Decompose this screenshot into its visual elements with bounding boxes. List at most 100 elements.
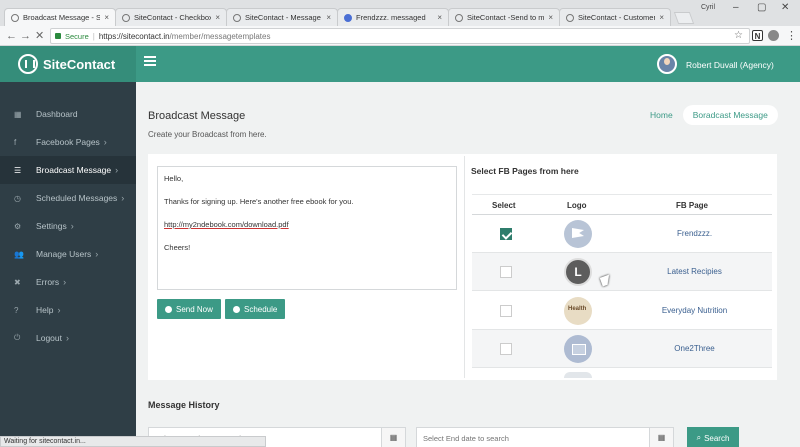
user-name[interactable]: Robert Duvall (Agency): [686, 60, 774, 70]
app-logo[interactable]: SiteContact: [0, 46, 136, 82]
history-title: Message History: [148, 400, 220, 410]
sidebar-item-logout[interactable]: ⏻ Logout ›: [0, 324, 136, 352]
schedule-button[interactable]: Schedule: [225, 299, 286, 319]
avatar[interactable]: [657, 54, 677, 74]
bookmark-star-icon[interactable]: ☆: [734, 30, 743, 41]
address-separator: |: [92, 31, 95, 41]
sidebar-item-broadcast-message[interactable]: ☰ Broadcast Message ›: [0, 156, 136, 184]
browser-status-bar: Waiting for sitecontact.in...: [0, 436, 266, 447]
page-name-link[interactable]: Frendzzz.: [622, 229, 767, 238]
sidebar-item-label: Settings: [36, 221, 67, 231]
url-text[interactable]: https://sitecontact.in/member/messagetem…: [99, 32, 271, 41]
sidebar-item-dashboard[interactable]: ▦ Dashboard: [0, 100, 136, 128]
browser-menu-icon[interactable]: ⋮: [786, 29, 797, 42]
breadcrumb-home-link[interactable]: Home: [640, 110, 683, 120]
tab-label: SiteContact - Checkbox: [134, 13, 212, 22]
message-greeting: Hello,: [164, 174, 184, 183]
message-closing: Cheers!: [164, 243, 191, 252]
page-select-checkbox[interactable]: [500, 228, 512, 240]
url-host: https://sitecontact.in: [98, 31, 170, 41]
logo-text: SiteContact: [43, 56, 116, 72]
send-now-label: Send Now: [176, 304, 213, 314]
browser-profile-name[interactable]: Cyril: [701, 4, 715, 11]
page-favicon-icon: [455, 13, 463, 22]
browser-tab[interactable]: SiteContact - Checkbox ×: [115, 8, 227, 26]
column-header-logo: Logo: [567, 201, 587, 210]
extension-circle-icon[interactable]: [768, 30, 779, 41]
menu-toggle-icon[interactable]: [144, 56, 156, 66]
page-subtitle: Create your Broadcast from here.: [148, 130, 267, 139]
browser-tab[interactable]: Broadcast Message - Sit ×: [4, 8, 116, 26]
table-row[interactable]: L Latest Recipies: [472, 253, 772, 291]
browser-tab[interactable]: SiteContact - Message ×: [226, 8, 338, 26]
tab-label: SiteContact - Customer: [578, 13, 656, 22]
browser-tab[interactable]: SiteContact -Send to m ×: [448, 8, 560, 26]
sidebar-item-label: Facebook Pages: [36, 137, 100, 147]
table-row[interactable]: One2Three: [472, 330, 772, 368]
window-close-icon[interactable]: ✕: [781, 2, 789, 13]
page-logo: [564, 220, 592, 248]
sidebar-item-settings[interactable]: ⚙ Settings ›: [0, 212, 136, 240]
minimize-icon[interactable]: –: [733, 2, 739, 13]
end-date-input[interactable]: [416, 427, 650, 447]
panel-divider: [464, 156, 465, 378]
chevron-right-icon: ›: [70, 221, 74, 231]
browser-toolbar: ← → ✕ Secure | https://sitecontact.in/me…: [0, 26, 800, 46]
secure-label: Secure: [65, 31, 89, 41]
messenger-favicon-icon: [344, 13, 352, 22]
sidebar-item-scheduled-messages[interactable]: ◷ Scheduled Messages ›: [0, 184, 136, 212]
sidebar-item-help[interactable]: ? Help ›: [0, 296, 136, 324]
sidebar-item-manage-users[interactable]: 👥 Manage Users ›: [0, 240, 136, 268]
search-label: Search: [704, 433, 730, 443]
page-favicon-icon: [566, 13, 574, 22]
page-name-link[interactable]: Latest Recipies: [622, 267, 767, 276]
chevron-right-icon: ›: [95, 249, 99, 259]
browser-tab[interactable]: Frendzzz. messaged ×: [337, 8, 449, 26]
chevron-right-icon: ›: [121, 193, 125, 203]
page-select-checkbox[interactable]: [500, 305, 512, 317]
page-logo-text: Health: [568, 306, 587, 312]
calendar-icon[interactable]: ▦: [650, 427, 674, 447]
close-icon[interactable]: ×: [215, 13, 220, 22]
page-select-checkbox[interactable]: [500, 343, 512, 355]
sidebar-item-errors[interactable]: ✖ Errors ›: [0, 268, 136, 296]
back-icon[interactable]: ←: [6, 30, 17, 42]
dashboard-icon: ▦: [14, 109, 22, 119]
chevron-right-icon: ›: [57, 305, 61, 315]
new-tab-button[interactable]: [673, 12, 695, 24]
page-select-checkbox[interactable]: [500, 266, 512, 278]
close-icon[interactable]: ×: [659, 13, 664, 22]
page-name-link[interactable]: Everyday Nutrition: [622, 306, 767, 315]
calendar-icon[interactable]: ▦: [382, 427, 406, 447]
close-icon[interactable]: ×: [104, 13, 109, 22]
sidebar-item-facebook-pages[interactable]: f Facebook Pages ›: [0, 128, 136, 156]
tab-label: Broadcast Message - Sit: [23, 13, 101, 22]
page-logo: [564, 335, 592, 363]
extension-n-icon[interactable]: N: [752, 30, 763, 41]
clock-icon: [233, 305, 240, 313]
clock-icon: ◷: [14, 193, 21, 203]
search-button[interactable]: ⌕ Search: [687, 427, 739, 447]
table-row[interactable]: Frendzzz.: [472, 215, 772, 253]
page-favicon-icon: [11, 13, 19, 22]
send-now-button[interactable]: Send Now: [157, 299, 221, 319]
stop-loading-icon[interactable]: ✕: [35, 30, 44, 42]
column-header-fb-page: FB Page: [676, 201, 709, 210]
address-bar[interactable]: Secure | https://sitecontact.in/member/m…: [50, 28, 750, 44]
gear-icon: ⚙: [14, 221, 22, 231]
search-icon: ⌕: [696, 433, 702, 442]
sidebar: ▦ Dashboard f Facebook Pages › ☰ Broadca…: [0, 82, 136, 447]
forward-icon[interactable]: →: [20, 30, 31, 42]
close-icon[interactable]: ×: [437, 13, 442, 22]
browser-tab[interactable]: SiteContact - Customer ×: [559, 8, 671, 26]
close-icon[interactable]: ×: [326, 13, 331, 22]
maximize-icon[interactable]: ▢: [757, 2, 766, 13]
close-icon[interactable]: ×: [548, 13, 553, 22]
message-textarea[interactable]: Hello, Thanks for signing up. Here's ano…: [157, 166, 457, 290]
page-name-link[interactable]: One2Three: [622, 344, 767, 353]
table-row[interactable]: Health Everyday Nutrition: [472, 292, 772, 330]
sidebar-item-label: Help: [36, 305, 54, 315]
tab-label: SiteContact - Message: [245, 13, 321, 22]
chevron-right-icon: ›: [103, 137, 107, 147]
page-logo: Health: [564, 297, 592, 325]
